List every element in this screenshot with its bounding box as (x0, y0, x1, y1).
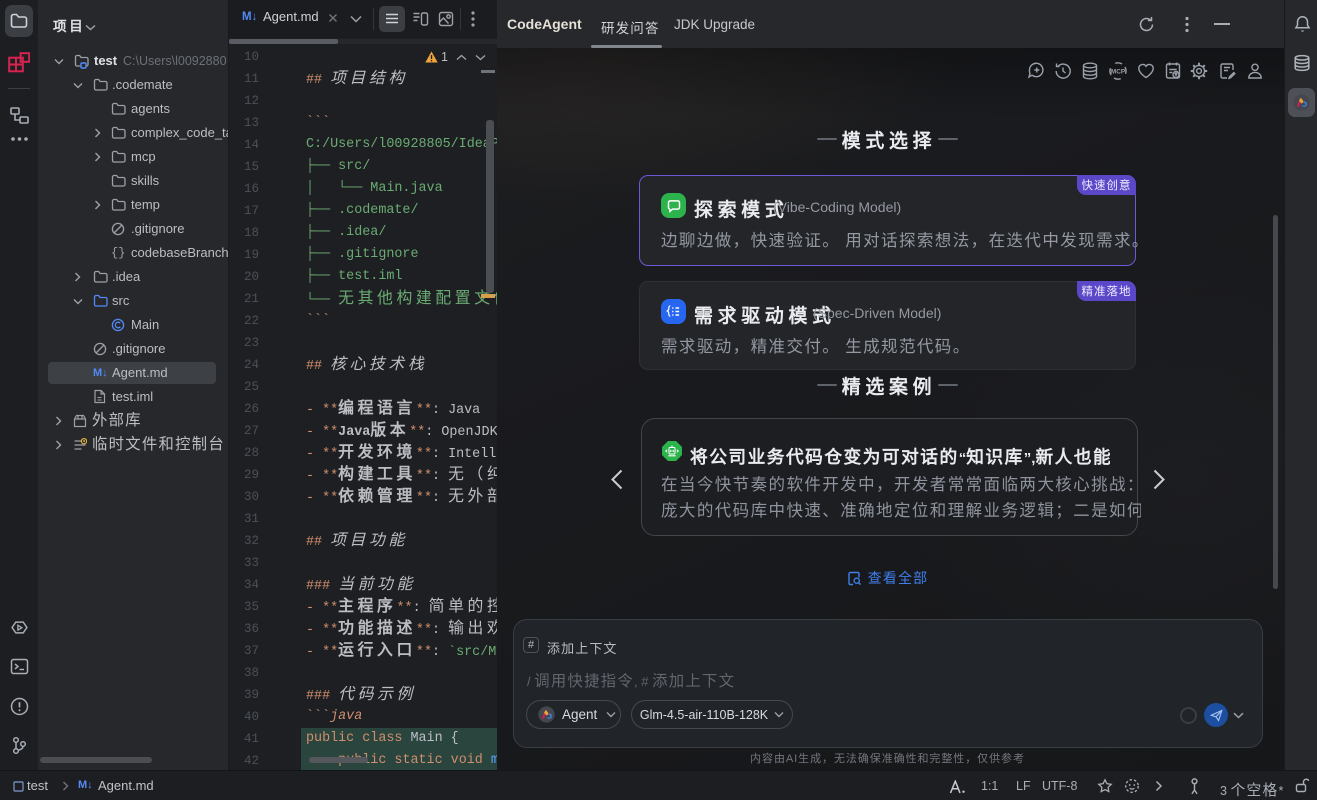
svg-text:MCP: MCP (1111, 69, 1126, 76)
